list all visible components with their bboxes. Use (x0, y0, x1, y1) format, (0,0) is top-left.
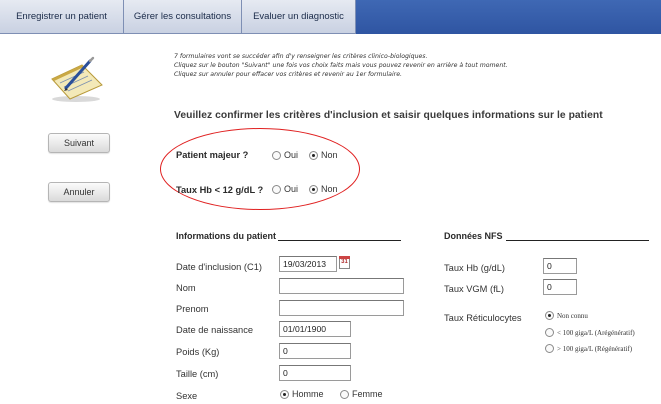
nfs-vgm-label: Taux VGM (fL) (444, 284, 504, 294)
radio-circle (545, 344, 554, 353)
nfs-heading: Données NFS (444, 231, 503, 241)
sexe-label: Sexe (176, 391, 198, 401)
instructions-text: 7 formulaires vont se succéder afin d'y … (174, 52, 614, 79)
instruction-line-3: Cliquez sur annuler pour effacer vos cri… (174, 71, 402, 78)
reticulo-non-connu-radio[interactable]: Non connu (545, 311, 588, 320)
patient-info-heading: Informations du patient (176, 231, 276, 241)
radio-label: > 100 giga/L (Régénératif) (557, 344, 633, 353)
patient-majeur-oui-radio[interactable]: Oui (272, 150, 298, 160)
next-button[interactable]: Suivant (48, 133, 110, 153)
birth-date-label: Date de naissance (176, 325, 254, 335)
section-underline (506, 240, 649, 241)
radio-circle-checked (309, 150, 318, 160)
radio-label: Femme (352, 389, 383, 399)
inclusion-date-field[interactable]: 19/03/2013 (279, 256, 337, 272)
tab-gerer-consultations[interactable]: Gérer les consultations (124, 0, 242, 34)
taux-hb-non-radio[interactable]: Non (309, 184, 338, 194)
top-tab-bar: Enregistrer un patient Gérer les consult… (0, 0, 661, 34)
calendar-icon[interactable]: 31 (339, 256, 350, 269)
instruction-line-2: Cliquez sur le bouton "Suivant" une fois… (174, 62, 508, 69)
tab-enregistrer-patient[interactable]: Enregistrer un patient (0, 0, 124, 34)
birth-date-field[interactable]: 01/01/1900 (279, 321, 351, 337)
radio-label: Oui (284, 184, 299, 194)
taille-label: Taille (cm) (176, 369, 219, 379)
nfs-hb-label: Taux Hb (g/dL) (444, 263, 505, 273)
sexe-homme-radio[interactable]: Homme (280, 389, 324, 399)
nom-field[interactable] (279, 278, 404, 294)
nfs-hb-field[interactable]: 0 (543, 258, 577, 274)
radio-label: Non (321, 150, 338, 160)
nfs-vgm-field[interactable]: 0 (543, 279, 577, 295)
taux-hb-oui-radio[interactable]: Oui (272, 184, 298, 194)
taux-hb-criteria-label: Taux Hb < 12 g/dL ? (176, 185, 264, 195)
notepad-pen-icon (51, 56, 103, 102)
radio-circle-checked (309, 184, 318, 194)
radio-circle (545, 328, 554, 337)
nom-label: Nom (176, 283, 196, 293)
radio-label: Homme (292, 389, 324, 399)
radio-label: Oui (284, 150, 299, 160)
prenom-label: Prenom (176, 304, 209, 314)
cancel-button[interactable]: Annuler (48, 182, 110, 202)
radio-circle (272, 150, 281, 160)
section-underline (278, 240, 401, 241)
sexe-femme-radio[interactable]: Femme (340, 389, 383, 399)
radio-circle-checked (280, 389, 289, 399)
poids-field[interactable]: 0 (279, 343, 351, 359)
prenom-field[interactable] (279, 300, 404, 316)
reticulocytes-label: Taux Réticulocytes (444, 313, 522, 323)
radio-label: < 100 giga/L (Arégénératif) (557, 328, 635, 337)
highlight-ellipse (160, 128, 360, 210)
instruction-line-1: 7 formulaires vont se succéder afin d'y … (174, 53, 428, 60)
tab-evaluer-diagnostic[interactable]: Evaluer un diagnostic (242, 0, 356, 34)
radio-circle (272, 184, 281, 194)
reticulo-aregeneratif-radio[interactable]: < 100 giga/L (Arégénératif) (545, 328, 635, 337)
form-heading: Veuillez confirmer les critères d'inclus… (174, 110, 603, 121)
poids-label: Poids (Kg) (176, 347, 220, 357)
radio-label: Non connu (557, 311, 588, 320)
patient-majeur-label: Patient majeur ? (176, 150, 249, 160)
radio-label: Non (321, 184, 338, 194)
inclusion-date-label: Date d'inclusion (C1) (176, 262, 263, 272)
radio-circle-checked (545, 311, 554, 320)
patient-majeur-non-radio[interactable]: Non (309, 150, 338, 160)
taille-field[interactable]: 0 (279, 365, 351, 381)
radio-circle (340, 389, 349, 399)
reticulo-regeneratif-radio[interactable]: > 100 giga/L (Régénératif) (545, 344, 632, 353)
